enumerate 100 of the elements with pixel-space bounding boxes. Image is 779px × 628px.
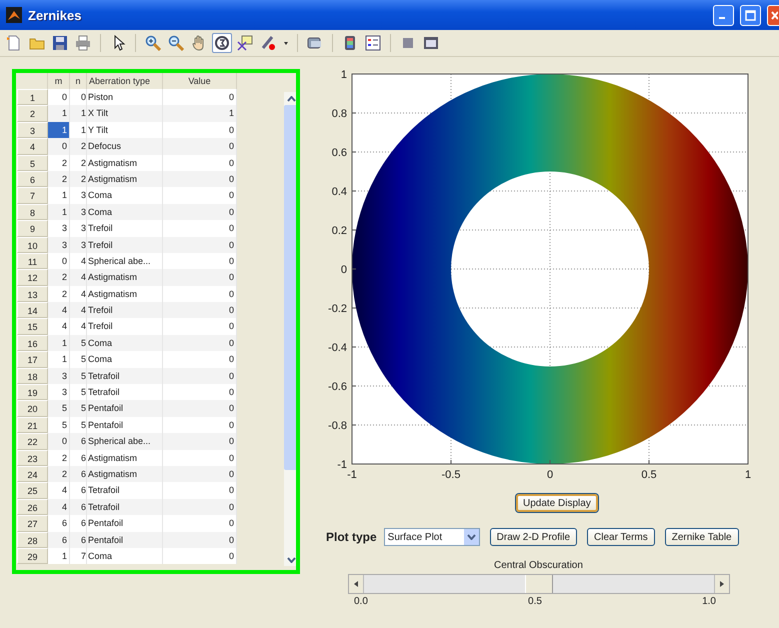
- table-cell[interactable]: 2: [48, 170, 70, 188]
- table-cell[interactable]: Tetrafoil: [87, 498, 163, 516]
- table-cell[interactable]: 1: [70, 122, 87, 138]
- table-cell[interactable]: Pentafoil: [87, 400, 163, 417]
- table-cell[interactable]: Spherical abe...: [87, 433, 163, 450]
- table-cell[interactable]: 1: [48, 548, 70, 564]
- table-cell[interactable]: Defocus: [87, 138, 163, 155]
- row-header[interactable]: 22: [17, 433, 48, 450]
- table-cell[interactable]: 0: [163, 236, 237, 253]
- action-button[interactable]: Draw 2-D Profile: [490, 528, 578, 546]
- table-cell[interactable]: Coma: [87, 351, 163, 368]
- table-cell[interactable]: 6: [70, 498, 87, 516]
- table-cell[interactable]: 0: [163, 286, 237, 302]
- action-button[interactable]: Zernike Table: [664, 528, 739, 546]
- table-cell[interactable]: 0: [163, 204, 237, 220]
- table-cell[interactable]: Coma: [87, 548, 163, 564]
- table-cell[interactable]: Pentafoil: [87, 515, 163, 532]
- table-cell[interactable]: Tetrafoil: [87, 384, 163, 400]
- zoom-in-tool-button[interactable]: [143, 33, 163, 53]
- table-cell[interactable]: 6: [70, 515, 87, 532]
- table-cell[interactable]: 4: [48, 482, 70, 499]
- table-cell[interactable]: 0: [163, 482, 237, 499]
- table-cell[interactable]: 0: [163, 269, 237, 286]
- table-cell[interactable]: Y Tilt: [87, 122, 163, 138]
- table-cell[interactable]: 1: [48, 122, 70, 138]
- zoom-out-tool-button[interactable]: [166, 33, 186, 53]
- table-cell[interactable]: 0: [48, 138, 70, 155]
- table-cell[interactable]: 0: [163, 154, 237, 171]
- table-cell[interactable]: 3: [70, 204, 87, 220]
- update-display-button[interactable]: Update Display: [516, 494, 598, 512]
- table-cell[interactable]: 0: [163, 433, 237, 450]
- table-cell[interactable]: Astigmatism: [87, 170, 163, 188]
- table-cell[interactable]: 1: [48, 334, 70, 352]
- row-header[interactable]: 19: [17, 384, 48, 400]
- table-cell[interactable]: Trefoil: [87, 318, 163, 335]
- table-cell[interactable]: Coma: [87, 204, 163, 220]
- row-header[interactable]: 16: [17, 334, 48, 352]
- obscuration-slider[interactable]: [348, 574, 730, 594]
- table-cell[interactable]: 0: [163, 318, 237, 335]
- table-cell[interactable]: 5: [70, 351, 87, 368]
- table-cell[interactable]: 5: [70, 334, 87, 352]
- table-cell[interactable]: 3: [70, 236, 87, 253]
- table-cell[interactable]: 1: [48, 351, 70, 368]
- table-cell[interactable]: 4: [70, 302, 87, 318]
- table-cell[interactable]: 2: [70, 170, 87, 188]
- table-cell[interactable]: 0: [163, 384, 237, 400]
- row-header[interactable]: 5: [17, 154, 48, 171]
- table-cell[interactable]: 0: [163, 220, 237, 237]
- table-cell[interactable]: 0: [163, 548, 237, 564]
- table-cell[interactable]: 4: [70, 318, 87, 335]
- table-cell[interactable]: Coma: [87, 334, 163, 352]
- table-cell[interactable]: 0: [163, 252, 237, 270]
- row-header[interactable]: 24: [17, 466, 48, 482]
- table-cell[interactable]: 5: [48, 400, 70, 417]
- table-cell[interactable]: 3: [70, 187, 87, 204]
- table-cell[interactable]: 7: [70, 548, 87, 564]
- table-cell[interactable]: Trefoil: [87, 236, 163, 253]
- table-cell[interactable]: 2: [48, 466, 70, 482]
- table-cell[interactable]: 2: [48, 286, 70, 302]
- action-button[interactable]: Clear Terms: [587, 528, 655, 546]
- table-cell[interactable]: 6: [70, 450, 87, 466]
- column-header[interactable]: Aberration type: [87, 73, 163, 89]
- row-header[interactable]: 13: [17, 286, 48, 302]
- table-cell[interactable]: Pentafoil: [87, 532, 163, 548]
- table-cell[interactable]: 0: [70, 89, 87, 106]
- row-header[interactable]: 3: [17, 122, 48, 138]
- row-header[interactable]: 14: [17, 302, 48, 318]
- row-header[interactable]: 15: [17, 318, 48, 335]
- table-cell[interactable]: Astigmatism: [87, 466, 163, 482]
- table-cell[interactable]: 3: [70, 220, 87, 237]
- table-cell[interactable]: 6: [70, 433, 87, 450]
- legend-tool-button[interactable]: [363, 33, 383, 53]
- row-header[interactable]: 23: [17, 450, 48, 466]
- table-cell[interactable]: Trefoil: [87, 302, 163, 318]
- table-cell[interactable]: Coma: [87, 187, 163, 204]
- table-cell[interactable]: 0: [163, 334, 237, 352]
- table-cell[interactable]: Astigmatism: [87, 154, 163, 171]
- table-cell[interactable]: 5: [70, 368, 87, 384]
- table-cell[interactable]: 6: [48, 532, 70, 548]
- table-cell[interactable]: 0: [163, 187, 237, 204]
- table-cell[interactable]: Astigmatism: [87, 286, 163, 302]
- row-header[interactable]: 12: [17, 269, 48, 286]
- table-cell[interactable]: 0: [48, 433, 70, 450]
- table-cell[interactable]: 3: [48, 236, 70, 253]
- printer-tool-button[interactable]: [73, 33, 93, 53]
- row-header[interactable]: 18: [17, 368, 48, 384]
- table-cell[interactable]: 0: [163, 368, 237, 384]
- row-header[interactable]: 9: [17, 220, 48, 237]
- table-cell[interactable]: 2: [48, 450, 70, 466]
- row-header[interactable]: 6: [17, 170, 48, 188]
- table-cell[interactable]: Astigmatism: [87, 450, 163, 466]
- row-header[interactable]: 17: [17, 351, 48, 368]
- slider-thumb[interactable]: [525, 575, 553, 593]
- table-cell[interactable]: Astigmatism: [87, 269, 163, 286]
- table-cell[interactable]: 1: [48, 105, 70, 122]
- table-cell[interactable]: 4: [48, 302, 70, 318]
- table-cell[interactable]: 0: [48, 252, 70, 270]
- table-cell[interactable]: 4: [70, 269, 87, 286]
- row-header[interactable]: 8: [17, 204, 48, 220]
- table-cell[interactable]: 6: [70, 482, 87, 499]
